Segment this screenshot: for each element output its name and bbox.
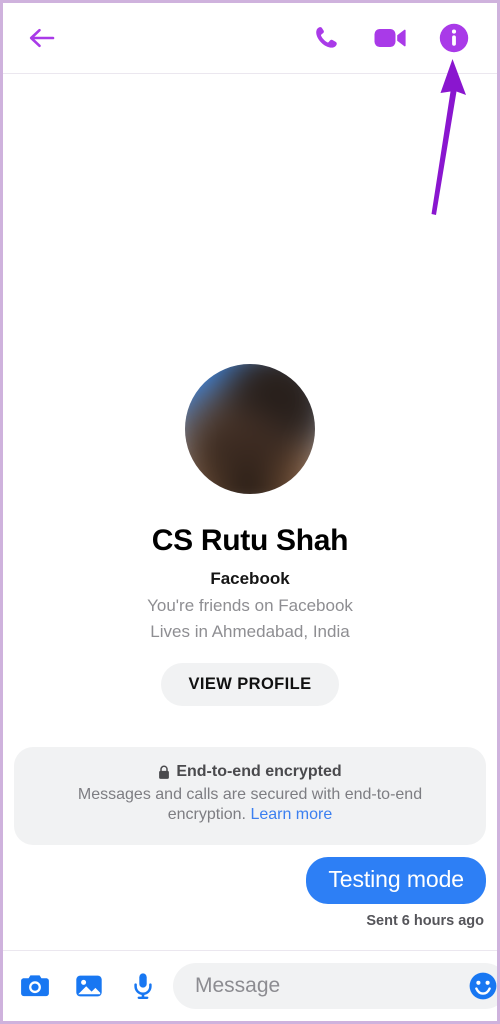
back-arrow-icon bbox=[29, 28, 55, 48]
message-row-outgoing: Testing mode Sent 6 hours ago bbox=[306, 857, 486, 929]
message-input[interactable] bbox=[195, 974, 466, 998]
gallery-button[interactable] bbox=[71, 968, 107, 1004]
info-circle-icon bbox=[439, 23, 469, 53]
header-actions bbox=[307, 19, 473, 57]
camera-icon bbox=[21, 975, 49, 997]
microphone-icon bbox=[134, 973, 152, 999]
back-button[interactable] bbox=[20, 16, 64, 60]
learn-more-link[interactable]: Learn more bbox=[250, 806, 332, 823]
avatar-blurred-photo bbox=[185, 364, 315, 494]
camera-button[interactable] bbox=[17, 968, 53, 1004]
composer-bar bbox=[3, 950, 497, 1021]
encryption-notice: End-to-end encrypted Messages and calls … bbox=[14, 747, 486, 845]
messenger-chat-screen: CS Rutu Shah Facebook You're friends on … bbox=[0, 0, 500, 1024]
emoji-smiley-icon bbox=[469, 972, 497, 1000]
video-call-button[interactable] bbox=[371, 19, 409, 57]
message-status: Sent 6 hours ago bbox=[366, 913, 484, 929]
chat-header bbox=[3, 3, 497, 74]
video-camera-icon bbox=[374, 29, 406, 47]
encryption-notice-body: Messages and calls are secured with end-… bbox=[38, 785, 462, 826]
view-profile-button[interactable]: VIEW PROFILE bbox=[161, 663, 339, 706]
message-input-wrapper bbox=[173, 963, 497, 1009]
profile-name: CS Rutu Shah bbox=[151, 524, 349, 557]
image-gallery-icon bbox=[76, 975, 102, 997]
audio-call-button[interactable] bbox=[307, 19, 345, 57]
message-thread: CS Rutu Shah Facebook You're friends on … bbox=[3, 74, 497, 950]
emoji-button[interactable] bbox=[466, 969, 497, 1003]
encryption-notice-title-row: End-to-end encrypted bbox=[38, 763, 462, 781]
avatar[interactable] bbox=[185, 364, 315, 494]
profile-relationship: You're friends on Facebook bbox=[147, 596, 353, 615]
lock-icon bbox=[158, 765, 170, 780]
encryption-notice-title: End-to-end encrypted bbox=[176, 763, 342, 780]
message-bubble[interactable]: Testing mode bbox=[306, 857, 486, 904]
conversation-info-button[interactable] bbox=[435, 19, 473, 57]
phone-icon bbox=[316, 27, 337, 48]
profile-location: Lives in Ahmedabad, India bbox=[150, 622, 350, 641]
profile-intro-block: CS Rutu Shah Facebook You're friends on … bbox=[3, 364, 497, 706]
profile-platform: Facebook bbox=[210, 569, 290, 588]
microphone-button[interactable] bbox=[125, 968, 161, 1004]
